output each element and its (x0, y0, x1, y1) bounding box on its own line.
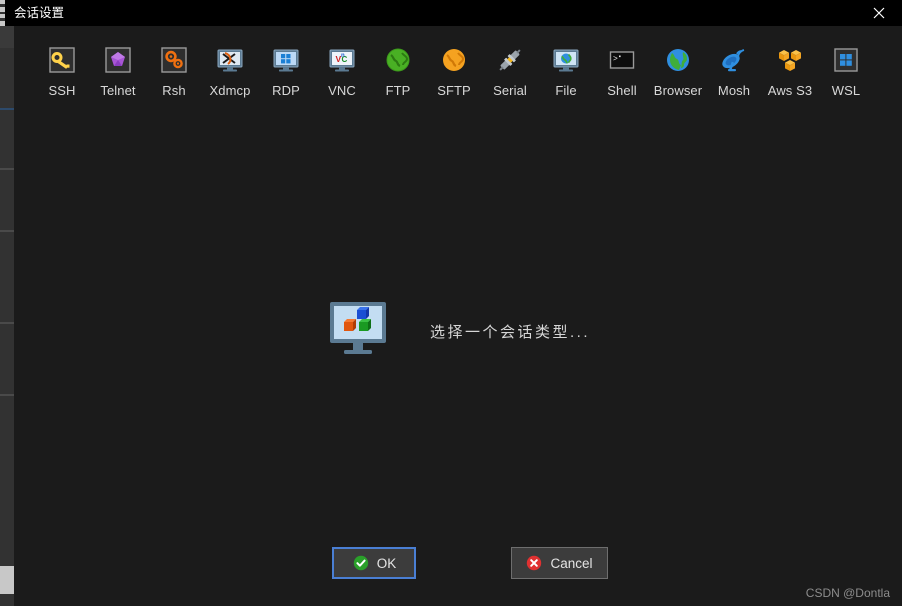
sftp-orange-globe-icon (438, 44, 470, 76)
session-type-label: RDP (272, 83, 300, 98)
ok-button[interactable]: OK (332, 547, 417, 579)
dialog-button-row: OK Cancel (14, 543, 902, 583)
session-type-xdmcp[interactable]: Xdmcp (202, 44, 258, 98)
rsh-gears-icon (158, 44, 190, 76)
ftp-green-globe-icon (382, 44, 414, 76)
bg-row (0, 324, 14, 394)
session-type-rdp[interactable]: RDP (258, 44, 314, 98)
session-type-label: Shell (607, 83, 637, 98)
session-type-aws-s3[interactable]: Aws S3 (762, 44, 818, 98)
close-icon[interactable] (856, 0, 902, 26)
check-circle-icon (353, 555, 369, 571)
wsl-windows-icon (830, 44, 862, 76)
bg-row (0, 26, 14, 48)
vnc-monitor-icon: V C n (326, 44, 358, 76)
session-type-browser[interactable]: Browser (650, 44, 706, 98)
bg-row (0, 396, 14, 566)
rdp-windows-monitor-icon (270, 44, 302, 76)
bg-row (0, 48, 14, 108)
close-x-glyph (873, 7, 885, 19)
session-type-label: Telnet (100, 83, 136, 98)
cancel-button-label: Cancel (550, 555, 593, 571)
session-type-ssh[interactable]: SSH (34, 44, 90, 98)
svg-text:n: n (341, 53, 345, 59)
session-type-label: Xdmcp (209, 83, 251, 98)
session-type-wsl[interactable]: WSL (818, 44, 874, 98)
session-type-label: SSH (48, 83, 76, 98)
session-type-file[interactable]: File (538, 44, 594, 98)
background-window-strip (0, 0, 14, 606)
session-type-label: Aws S3 (767, 83, 813, 98)
placeholder-inner: 选择一个会话类型... (326, 295, 590, 367)
window-title: 会话设置 (14, 6, 65, 20)
session-type-label: Browser (653, 83, 703, 98)
mosh-satellite-icon (718, 44, 750, 76)
dialog-body: SSH Telnet Rsh Xdmcp RDP V C n VNC FTP S… (14, 26, 902, 606)
file-monitor-globe-icon (550, 44, 582, 76)
session-type-label: FTP (385, 83, 411, 98)
cancel-button[interactable]: Cancel (511, 547, 608, 579)
x-circle-icon (526, 555, 542, 571)
ssh-key-icon (46, 44, 78, 76)
session-type-label: File (555, 83, 577, 98)
session-type-shell[interactable]: > Shell (594, 44, 650, 98)
session-type-vnc[interactable]: V C n VNC (314, 44, 370, 98)
session-settings-dialog: 会话设置 SSH Telnet Rsh Xdmcp RDP V C n VNC … (0, 0, 902, 606)
session-type-label: Rsh (162, 83, 186, 98)
session-type-mosh[interactable]: Mosh (706, 44, 762, 98)
placeholder-area: 选择一个会话类型... (14, 271, 902, 391)
session-type-serial[interactable]: Serial (482, 44, 538, 98)
bg-row (0, 594, 14, 606)
bg-row (0, 170, 14, 230)
title-bar: 会话设置 (5, 0, 902, 26)
session-type-telnet[interactable]: Telnet (90, 44, 146, 98)
session-type-label: Serial (493, 83, 527, 98)
session-type-label: VNC (328, 83, 356, 98)
placeholder-text: 选择一个会话类型... (429, 323, 590, 341)
svg-text:>: > (613, 55, 618, 64)
shell-terminal-icon: > (606, 44, 638, 76)
session-type-label: Mosh (717, 83, 751, 98)
monitor-cubes-icon (326, 295, 398, 367)
session-type-label: SFTP (437, 83, 471, 98)
telnet-gem-icon (102, 44, 134, 76)
session-type-sftp[interactable]: SFTP (426, 44, 482, 98)
session-type-toolbar: SSH Telnet Rsh Xdmcp RDP V C n VNC FTP S… (14, 44, 902, 124)
serial-connector-icon (494, 44, 526, 76)
xdmcp-monitor-icon (214, 44, 246, 76)
session-type-ftp[interactable]: FTP (370, 44, 426, 98)
bg-row (0, 566, 14, 594)
ok-button-label: OK (376, 555, 397, 571)
browser-globe-icon (662, 44, 694, 76)
watermark: CSDN @Dontla (805, 586, 890, 600)
aws-s3-cubes-icon (774, 44, 806, 76)
bg-row (0, 232, 14, 322)
bg-row (0, 110, 14, 168)
session-type-label: WSL (831, 83, 861, 98)
session-type-rsh[interactable]: Rsh (146, 44, 202, 98)
